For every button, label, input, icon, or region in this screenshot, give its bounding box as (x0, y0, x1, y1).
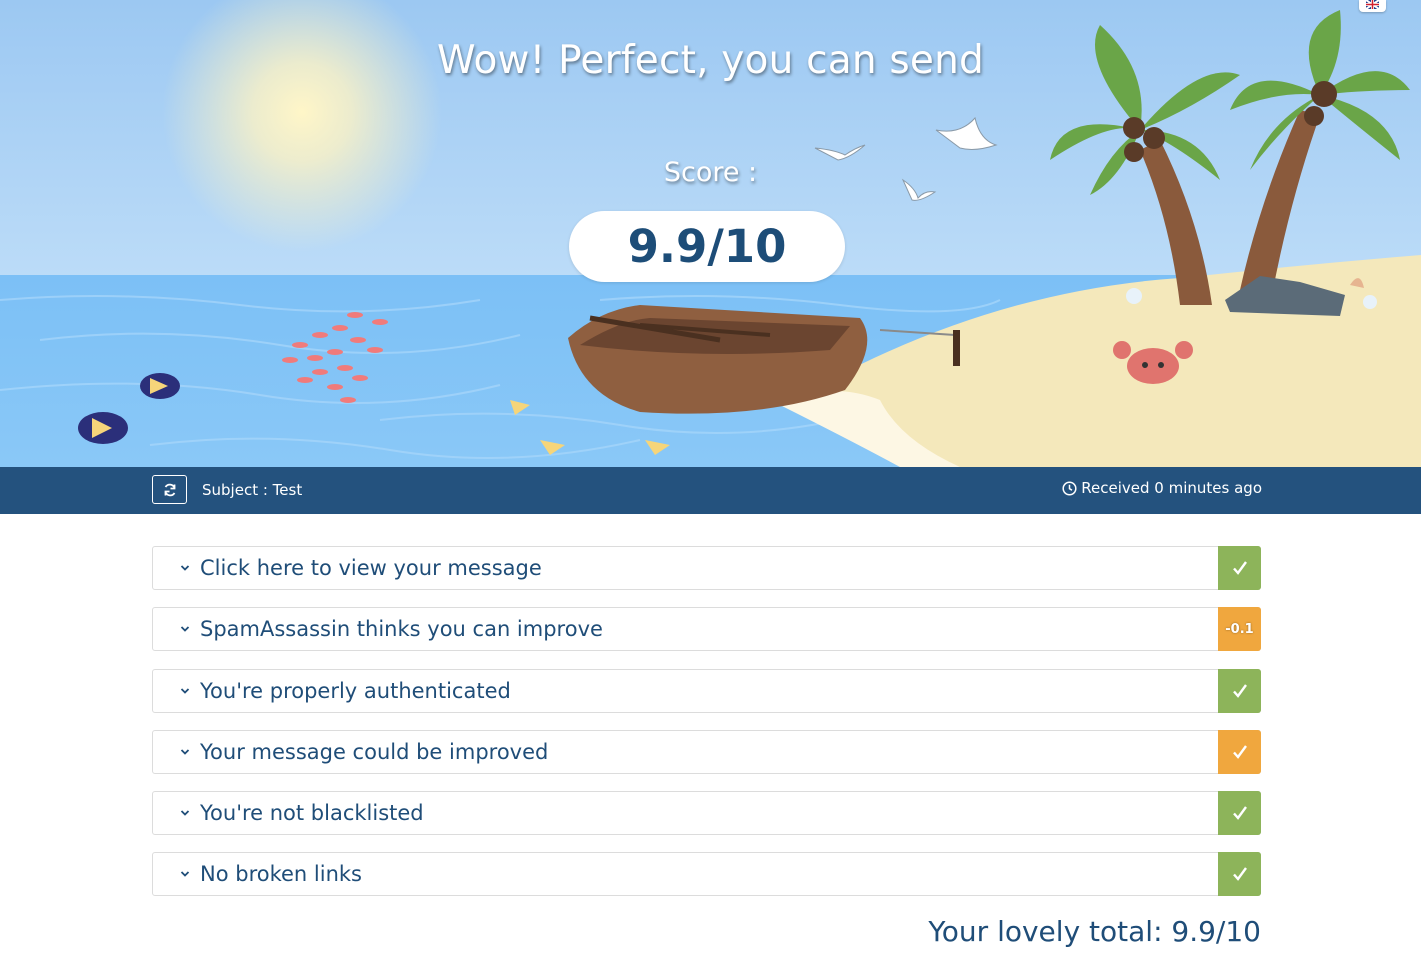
shell (1363, 295, 1377, 309)
checkmark-icon (1232, 745, 1247, 759)
uk-flag-icon[interactable] (1359, 0, 1386, 12)
checkmark-icon (1232, 684, 1247, 698)
checkmark-icon (1232, 806, 1247, 820)
status-badge (1218, 852, 1261, 896)
received-text: Received 0 minutes ago (1081, 479, 1262, 497)
score-label: Score : (663, 157, 758, 188)
hero-banner: Wow! Perfect, you can send Score : 9.9/1… (0, 0, 1421, 467)
checkmark-icon (1232, 561, 1247, 575)
chevron-down-icon (180, 749, 190, 755)
status-badge (1218, 669, 1261, 713)
check-authentication[interactable]: You're properly authenticated (152, 669, 1261, 713)
status-badge: -0.1 (1218, 607, 1261, 651)
refresh-button[interactable] (152, 475, 187, 504)
status-badge (1218, 546, 1261, 590)
checkmark-icon (1232, 867, 1247, 881)
score-value: 9.9/10 (569, 211, 845, 282)
check-message-improvement[interactable]: Your message could be improved (152, 730, 1261, 774)
check-label: No broken links (200, 862, 362, 886)
received-time: Received 0 minutes ago (1062, 479, 1262, 497)
check-spamassassin[interactable]: SpamAssassin thinks you can improve -0.1 (152, 607, 1261, 651)
status-badge (1218, 791, 1261, 835)
subject-bar: Subject : Test Received 0 minutes ago (0, 467, 1421, 514)
refresh-icon (164, 483, 176, 497)
clock-icon (1062, 480, 1077, 496)
chevron-down-icon (180, 688, 190, 694)
chevron-down-icon (180, 871, 190, 877)
check-blacklist[interactable]: You're not blacklisted (152, 791, 1261, 835)
status-badge (1218, 730, 1261, 774)
shell (1126, 288, 1142, 304)
score-penalty: -0.1 (1225, 621, 1254, 637)
check-label: You're properly authenticated (200, 679, 511, 703)
total-score: Your lovely total: 9.9/10 (928, 915, 1261, 948)
chevron-down-icon (180, 626, 190, 632)
email-subject: Subject : Test (202, 481, 303, 499)
check-label: Click here to view your message (200, 556, 542, 580)
check-label: You're not blacklisted (200, 801, 424, 825)
check-broken-links[interactable]: No broken links (152, 852, 1261, 896)
chevron-down-icon (180, 565, 190, 571)
check-label: SpamAssassin thinks you can improve (200, 617, 603, 641)
result-headline: Wow! Perfect, you can send (437, 38, 984, 83)
check-view-message[interactable]: Click here to view your message (152, 546, 1261, 590)
check-label: Your message could be improved (200, 740, 549, 764)
chevron-down-icon (180, 810, 190, 816)
